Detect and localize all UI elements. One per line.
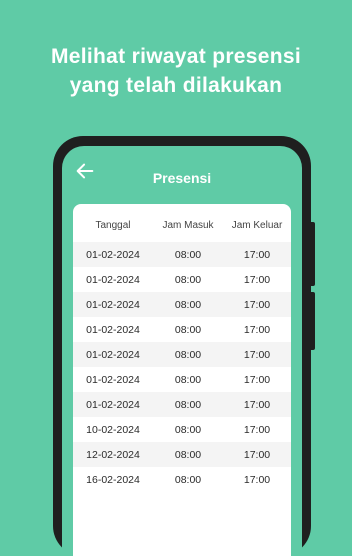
table-row: 01-02-2024 08:00 17:00 bbox=[73, 392, 291, 417]
table-row: 01-02-2024 08:00 17:00 bbox=[73, 242, 291, 267]
cell-check-out: 17:00 bbox=[243, 398, 271, 411]
table-header: Tanggal Jam Masuk Jam Keluar bbox=[73, 208, 291, 242]
cell-check-out: 17:00 bbox=[243, 348, 271, 361]
promo-headline: Melihat riwayat presensi yang telah dila… bbox=[0, 42, 352, 100]
table-row: 10-02-2024 08:00 17:00 bbox=[73, 417, 291, 442]
headline-line-2: yang telah dilakukan bbox=[69, 74, 283, 97]
cell-date: 01-02-2024 bbox=[86, 273, 140, 286]
headline-line-1: Melihat riwayat presensi bbox=[51, 45, 301, 68]
cell-check-in: 08:00 bbox=[174, 423, 202, 436]
table-row: 01-02-2024 08:00 17:00 bbox=[73, 267, 291, 292]
cell-check-in: 08:00 bbox=[174, 448, 202, 461]
cell-check-in: 08:00 bbox=[174, 373, 202, 386]
phone-side-button-power bbox=[311, 292, 315, 350]
cell-check-in: 08:00 bbox=[174, 473, 202, 486]
column-header-jam-keluar: Jam Keluar bbox=[231, 219, 283, 231]
cell-date: 01-02-2024 bbox=[86, 248, 140, 261]
cell-check-in: 08:00 bbox=[174, 398, 202, 411]
cell-date: 01-02-2024 bbox=[86, 323, 140, 336]
cell-check-in: 08:00 bbox=[174, 298, 202, 311]
cell-check-out: 17:00 bbox=[243, 273, 271, 286]
phone-mockup: Presensi Tanggal Jam Masuk Jam Keluar 01… bbox=[53, 136, 315, 556]
cell-check-in: 08:00 bbox=[174, 323, 202, 336]
page-title: Presensi bbox=[152, 170, 212, 186]
app-bar: Presensi bbox=[62, 146, 302, 198]
cell-date: 01-02-2024 bbox=[86, 373, 140, 386]
table-row: 01-02-2024 08:00 17:00 bbox=[73, 342, 291, 367]
cell-check-in: 08:00 bbox=[174, 348, 202, 361]
table-row: 01-02-2024 08:00 17:00 bbox=[73, 317, 291, 342]
cell-date: 16-02-2024 bbox=[86, 473, 140, 486]
cell-date: 10-02-2024 bbox=[86, 423, 140, 436]
column-header-tanggal: Tanggal bbox=[95, 219, 131, 231]
phone-screen: Presensi Tanggal Jam Masuk Jam Keluar 01… bbox=[62, 146, 302, 556]
table-body: 01-02-2024 08:00 17:00 01-02-2024 08:00 … bbox=[73, 242, 291, 492]
cell-check-out: 17:00 bbox=[243, 248, 271, 261]
table-row: 16-02-2024 08:00 17:00 bbox=[73, 467, 291, 492]
cell-check-out: 17:00 bbox=[243, 323, 271, 336]
column-header-jam-masuk: Jam Masuk bbox=[162, 219, 214, 231]
cell-check-out: 17:00 bbox=[243, 373, 271, 386]
cell-date: 01-02-2024 bbox=[86, 398, 140, 411]
cell-date: 01-02-2024 bbox=[86, 348, 140, 361]
cell-check-out: 17:00 bbox=[243, 473, 271, 486]
cell-check-in: 08:00 bbox=[174, 273, 202, 286]
table-row: 01-02-2024 08:00 17:00 bbox=[73, 367, 291, 392]
table-row: 12-02-2024 08:00 17:00 bbox=[73, 442, 291, 467]
cell-check-out: 17:00 bbox=[243, 448, 271, 461]
cell-check-in: 08:00 bbox=[174, 248, 202, 261]
table-row: 01-02-2024 08:00 17:00 bbox=[73, 292, 291, 317]
attendance-history-table: Tanggal Jam Masuk Jam Keluar 01-02-2024 … bbox=[73, 204, 291, 556]
cell-date: 01-02-2024 bbox=[86, 298, 140, 311]
cell-check-out: 17:00 bbox=[243, 423, 271, 436]
cell-date: 12-02-2024 bbox=[86, 448, 140, 461]
cell-check-out: 17:00 bbox=[243, 298, 271, 311]
phone-side-button-volume bbox=[311, 222, 315, 286]
